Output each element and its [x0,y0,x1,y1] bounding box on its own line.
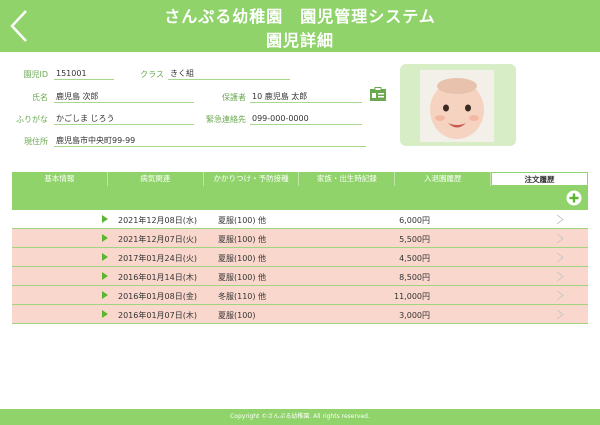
order-item: 夏服(100) 他 [218,235,267,244]
play-triangle-icon [102,310,108,318]
play-triangle-icon [102,253,108,261]
detail-tabs: 基本情報 病気関連 かかりつけ・予防接種 家族・出生時記録 入退園履歴 注文履歴 [12,172,588,186]
order-row[interactable]: 2016年01月14日(木) 夏服(100) 他 8,500円 [12,267,588,286]
order-list: 2021年12月08日(水) 夏服(100) 他 6,000円 2021年12月… [12,210,588,324]
order-price: 5,500円 [399,235,430,244]
order-date: 2016年01月08日(金) [118,292,197,301]
chevron-right-icon [556,271,564,282]
address-label: 現住所 [24,137,48,146]
play-triangle-icon [102,291,108,299]
name-value: 鹿児島 次郎 [54,91,194,103]
child-id-label: 園児ID [23,70,48,79]
order-date: 2016年01月07日(木) [118,311,197,320]
order-item: 冬服(110) 他 [218,292,267,301]
guardian-value: 10 鹿児島 太郎 [250,91,362,103]
order-price: 8,500円 [399,273,430,282]
class-value: きく組 [168,68,290,80]
app-header: さんぷる幼稚園 園児管理システム 園児詳細 [0,0,600,52]
order-row[interactable]: 2016年01月07日(木) 夏服(100) 3,000円 [12,305,588,324]
order-price: 4,500円 [399,254,430,263]
plus-circle-icon[interactable] [566,190,582,206]
child-photo [420,70,494,142]
id-card-icon[interactable] [370,87,386,101]
chevron-right-icon [556,309,564,320]
page-title: 園児詳細 [265,31,334,50]
tab-order-history[interactable]: 注文履歴 [491,172,588,186]
order-item: 夏服(100) [218,311,256,320]
guardian-label: 保護者 [222,93,246,102]
order-row[interactable]: 2017年01月24日(火) 夏服(100) 他 4,500円 [12,248,588,267]
order-list-header [12,186,588,210]
footer-copyright: Copyright ©さんぷる幼稚園. All rights reserved. [0,409,600,425]
order-row[interactable]: 2021年12月07日(火) 夏服(100) 他 5,500円 [12,229,588,248]
emergency-contact-label: 緊急連絡先 [206,115,246,124]
emergency-contact-value: 099-000-0000 [250,113,362,125]
order-date: 2017年01月24日(火) [118,254,197,263]
tab-family-birth[interactable]: 家族・出生時記録 [299,172,396,186]
play-triangle-icon [102,234,108,242]
order-row[interactable]: 2021年12月08日(水) 夏服(100) 他 6,000円 [12,210,588,229]
play-triangle-icon [102,215,108,223]
system-title: さんぷる幼稚園 園児管理システム [164,7,436,26]
tab-basic-info[interactable]: 基本情報 [12,172,108,186]
order-row[interactable]: 2016年01月08日(金) 冬服(110) 他 11,000円 [12,286,588,305]
order-date: 2016年01月14日(木) [118,273,197,282]
order-item: 夏服(100) 他 [218,273,267,282]
order-price: 6,000円 [399,216,430,225]
chevron-right-icon [556,233,564,244]
child-id-value: 151001 [54,68,114,80]
tab-illness[interactable]: 病気関連 [108,172,204,186]
kana-value: かごしま じろう [54,113,194,125]
class-label: クラス [140,70,164,79]
order-item: 夏服(100) 他 [218,216,267,225]
order-item: 夏服(100) 他 [218,254,267,263]
order-price: 3,000円 [399,311,430,320]
order-date: 2021年12月08日(水) [118,216,197,225]
chevron-right-icon [556,214,564,225]
play-triangle-icon [102,272,108,280]
tab-doctor-vaccination[interactable]: かかりつけ・予防接種 [204,172,300,186]
name-label: 氏名 [32,93,48,102]
kana-label: ふりがな [16,115,48,124]
order-date: 2021年12月07日(火) [118,235,197,244]
order-price: 11,000円 [394,292,430,301]
chevron-right-icon [556,290,564,301]
address-value: 鹿児島市中央町99-99 [54,135,366,147]
chevron-right-icon [556,252,564,263]
tab-enrollment-history[interactable]: 入退園履歴 [395,172,492,186]
